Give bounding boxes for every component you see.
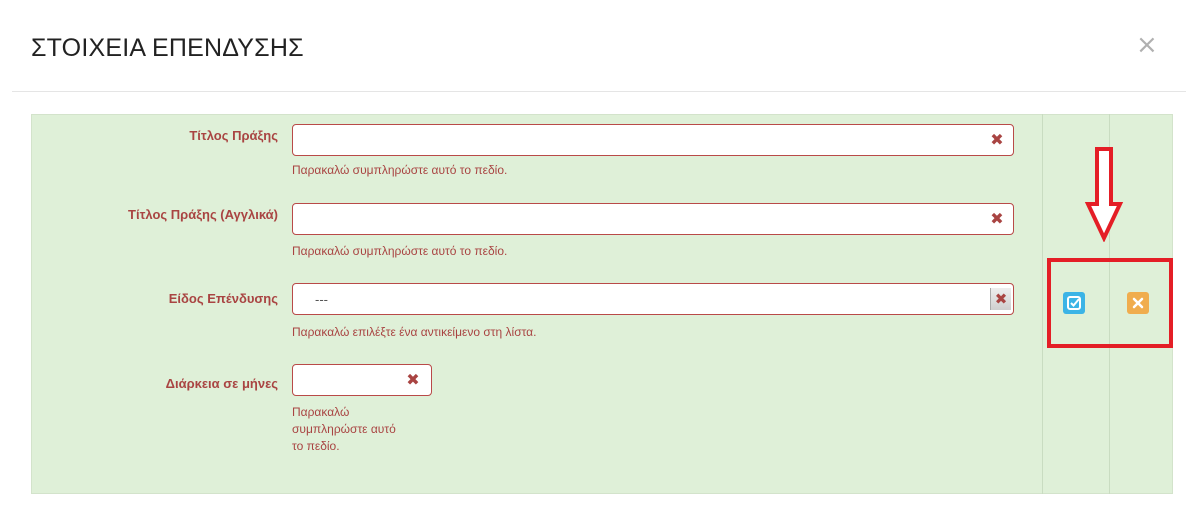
field-label-title: Τίτλος Πράξης (189, 128, 278, 143)
field-help-title: Παρακαλώ συμπληρώστε αυτό το πεδίο. (292, 163, 508, 177)
column-divider (1042, 114, 1043, 494)
clear-icon[interactable]: ✖ (990, 288, 1011, 310)
clear-icon[interactable]: ✖ (405, 371, 421, 389)
field-help-investment-type: Παρακαλώ επιλέξτε ένα αντικείμενο στη λί… (292, 325, 537, 339)
field-label-investment-type: Είδος Επένδυσης (168, 291, 278, 306)
title-english-input[interactable]: ✖ (292, 203, 1014, 235)
investment-type-select[interactable]: --- ✖ (292, 283, 1014, 315)
select-value: --- (315, 292, 328, 307)
modal-title: ΣΤΟΙΧΕΙΑ ΕΠΕΝΔΥΣΗΣ (31, 34, 304, 62)
duration-months-input[interactable]: ✖ (292, 364, 432, 396)
clear-icon[interactable]: ✖ (989, 131, 1005, 149)
clear-icon[interactable]: ✖ (989, 210, 1005, 228)
title-input[interactable]: ✖ (292, 124, 1014, 156)
close-icon[interactable]: × (1136, 30, 1158, 60)
field-label-duration-months: Διάρκεια σε μήνες (165, 376, 278, 391)
annotation-arrow-icon (1084, 147, 1124, 242)
header-divider (12, 91, 1186, 92)
field-label-title-english: Τίτλος Πράξης (Αγγλικά) (128, 207, 278, 222)
field-help-duration-months: Παρακαλώ συμπληρώστε αυτό το πεδίο. (292, 405, 396, 453)
field-help-title-english: Παρακαλώ συμπληρώστε αυτό το πεδίο. (292, 244, 508, 258)
annotation-highlight-box (1047, 258, 1173, 348)
